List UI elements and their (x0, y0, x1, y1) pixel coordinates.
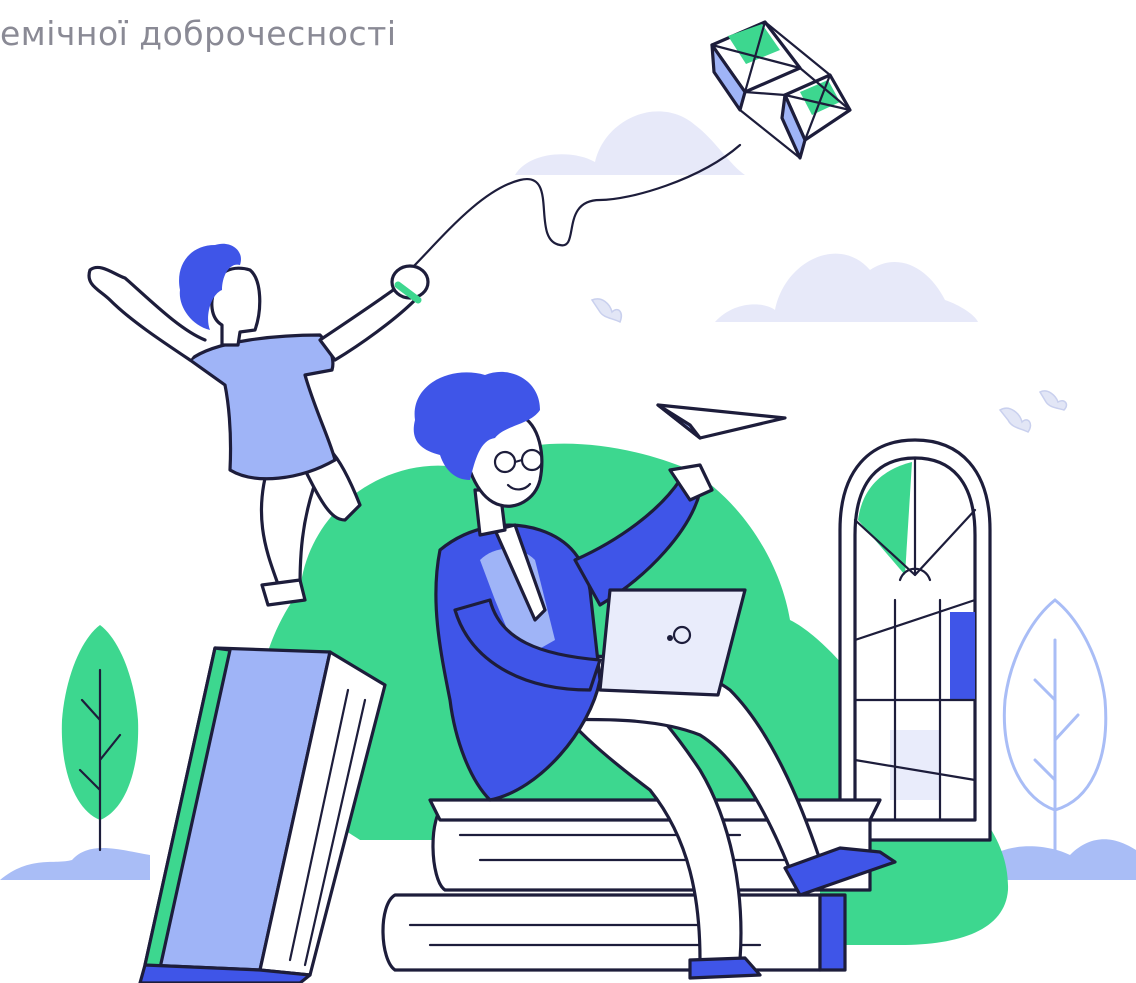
tree-right (1002, 598, 1108, 857)
arched-window (838, 438, 992, 842)
bush-right (985, 839, 1136, 880)
illustration (0, 20, 1136, 983)
standing-book (138, 646, 387, 983)
bush-left (0, 848, 150, 880)
tree-left (61, 625, 139, 852)
cloud-right (715, 253, 978, 322)
paper-plane-icon (656, 403, 787, 440)
kite-icon (710, 20, 852, 160)
